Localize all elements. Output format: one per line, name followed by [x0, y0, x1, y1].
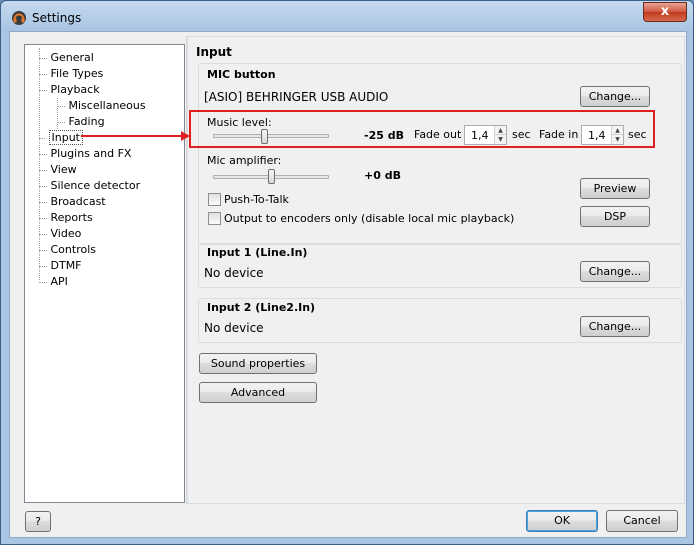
tree-item-plugins-fx[interactable]: Plugins and FX [39, 146, 131, 161]
annotation-highlight-box [189, 110, 655, 148]
tree-item-reports[interactable]: Reports [39, 210, 93, 225]
output-encoders-label: Output to encoders only (disable local m… [224, 212, 515, 225]
tree-item-silence-detector[interactable]: Silence detector [39, 178, 140, 193]
tree-item-fading[interactable]: Fading [57, 114, 105, 129]
push-to-talk-checkbox[interactable] [208, 193, 221, 206]
tree-item-input[interactable]: Input [39, 130, 83, 145]
close-icon: x [660, 4, 670, 19]
settings-window: Settings x General File Types Playback M… [0, 0, 694, 545]
output-encoders-checkbox[interactable] [208, 212, 221, 225]
tree-item-api[interactable]: API [39, 274, 68, 289]
dsp-button[interactable]: DSP [580, 206, 650, 227]
mic-amplifier-slider[interactable] [267, 169, 275, 184]
tree-item-view[interactable]: View [39, 162, 77, 177]
sound-properties-button[interactable]: Sound properties [199, 353, 317, 374]
cancel-button[interactable]: Cancel [606, 510, 678, 532]
tree-item-file-types[interactable]: File Types [39, 66, 103, 81]
advanced-button[interactable]: Advanced [199, 382, 317, 403]
tree-item-video[interactable]: Video [39, 226, 81, 241]
ok-button[interactable]: OK [526, 510, 598, 532]
input2-group: Input 2 (Line2.In) No device Change... [198, 298, 682, 343]
input1-title: Input 1 (Line.In) [207, 246, 308, 259]
title-bar: Settings x [1, 1, 693, 33]
input2-change-button[interactable]: Change... [580, 316, 650, 337]
mic-amplifier-label: Mic amplifier: [207, 154, 282, 167]
input1-group: Input 1 (Line.In) No device Change... [198, 243, 682, 288]
mic-group-title: MIC button [207, 68, 276, 81]
client-area: General File Types Playback Miscellaneou… [9, 31, 687, 538]
input1-device: No device [204, 266, 264, 280]
input2-device: No device [204, 321, 264, 335]
help-button[interactable]: ? [25, 511, 51, 532]
mic-device-name: [ASIO] BEHRINGER USB AUDIO [204, 90, 389, 104]
tree-item-miscellaneous[interactable]: Miscellaneous [57, 98, 146, 113]
mic-amplifier-value: +0 dB [364, 169, 401, 182]
tree-item-general[interactable]: General [39, 50, 94, 65]
input-settings-panel: Input MIC button [ASIO] BEHRINGER USB AU… [186, 36, 685, 504]
tree-item-broadcast[interactable]: Broadcast [39, 194, 106, 209]
mic-button-group: MIC button [ASIO] BEHRINGER USB AUDIO Ch… [198, 63, 682, 245]
headphones-icon [12, 11, 26, 25]
tree-item-dtmf[interactable]: DTMF [39, 258, 82, 273]
close-button[interactable]: x [643, 2, 687, 22]
annotation-arrow-icon [181, 131, 190, 141]
tree-item-playback[interactable]: Playback [39, 82, 100, 97]
page-title: Input [196, 45, 232, 59]
preview-button[interactable]: Preview [580, 178, 650, 199]
tree-item-controls[interactable]: Controls [39, 242, 96, 257]
annotation-arrow-line [81, 135, 185, 137]
window-title: Settings [32, 11, 82, 25]
push-to-talk-label: Push-To-Talk [224, 193, 289, 206]
mic-change-button[interactable]: Change... [580, 86, 650, 107]
settings-tree: General File Types Playback Miscellaneou… [24, 44, 185, 503]
input2-title: Input 2 (Line2.In) [207, 301, 316, 314]
input1-change-button[interactable]: Change... [580, 261, 650, 282]
